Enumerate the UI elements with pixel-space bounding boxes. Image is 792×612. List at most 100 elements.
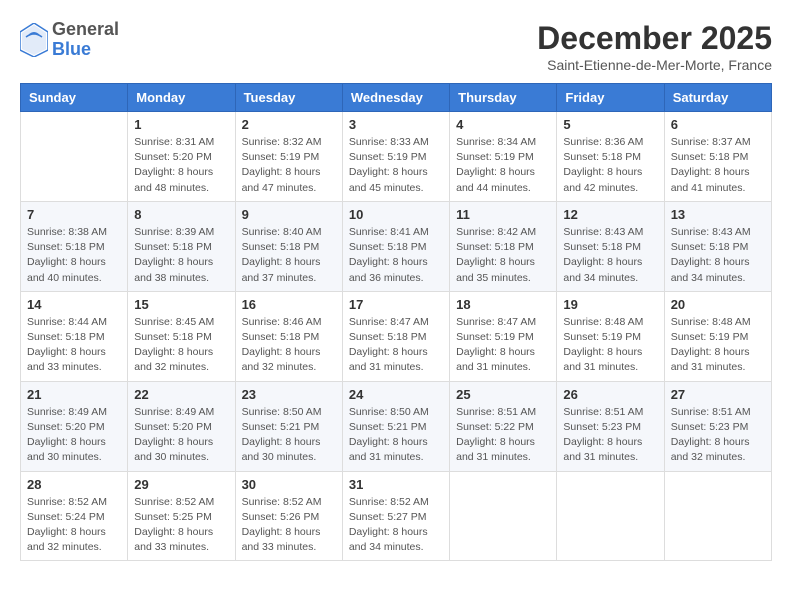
day-number: 15	[134, 297, 228, 312]
calendar-cell: 4Sunrise: 8:34 AM Sunset: 5:19 PM Daylig…	[450, 112, 557, 202]
day-number: 31	[349, 477, 443, 492]
calendar-cell: 9 Sunrise: 8:40 AM Sunset: 5:18 PM Daylig…	[235, 201, 342, 291]
calendar-cell: 11Sunrise: 8:42 AM Sunset: 5:18 PM Dayli…	[450, 201, 557, 291]
day-info: Sunrise: 8:46 AM Sunset: 5:18 PM Dayligh…	[242, 315, 336, 376]
day-number: 18	[456, 297, 550, 312]
calendar-week-3: 14Sunrise: 8:44 AM Sunset: 5:18 PM Dayli…	[21, 291, 772, 381]
day-info: Sunrise: 8:32 AM Sunset: 5:19 PM Dayligh…	[242, 135, 336, 196]
day-number: 7	[27, 207, 121, 222]
day-number: 20	[671, 297, 765, 312]
day-header-friday: Friday	[557, 84, 664, 112]
calendar-cell: 26 Sunrise: 8:51 AM Sunset: 5:23 PM Dayli…	[557, 381, 664, 471]
day-header-wednesday: Wednesday	[342, 84, 449, 112]
calendar-cell: 23 Sunrise: 8:50 AM Sunset: 5:21 PM Dayli…	[235, 381, 342, 471]
calendar-cell: 21 Sunrise: 8:49 AM Sunset: 5:20 PM Dayli…	[21, 381, 128, 471]
calendar-cell: 3 Sunrise: 8:33 AM Sunset: 5:19 PM Daylig…	[342, 112, 449, 202]
day-number: 25	[456, 387, 550, 402]
day-info: Sunrise: 8:48 AM Sunset: 5:19 PM Dayligh…	[671, 315, 765, 376]
day-info: Sunrise: 8:51 AM Sunset: 5:23 PM Dayligh…	[563, 405, 657, 466]
calendar-header: SundayMondayTuesdayWednesdayThursdayFrid…	[21, 84, 772, 112]
day-info: Sunrise: 8:47 AM Sunset: 5:18 PM Dayligh…	[349, 315, 443, 376]
day-info: Sunrise: 8:33 AM Sunset: 5:19 PM Dayligh…	[349, 135, 443, 196]
day-info: Sunrise: 8:39 AM Sunset: 5:18 PM Dayligh…	[134, 225, 228, 286]
day-info: Sunrise: 8:49 AM Sunset: 5:20 PM Dayligh…	[27, 405, 121, 466]
day-info: Sunrise: 8:50 AM Sunset: 5:21 PM Dayligh…	[242, 405, 336, 466]
day-header-tuesday: Tuesday	[235, 84, 342, 112]
calendar-cell: 25 Sunrise: 8:51 AM Sunset: 5:22 PM Dayli…	[450, 381, 557, 471]
day-info: Sunrise: 8:37 AM Sunset: 5:18 PM Dayligh…	[671, 135, 765, 196]
day-info: Sunrise: 8:52 AM Sunset: 5:25 PM Dayligh…	[134, 495, 228, 556]
calendar-cell: 20 Sunrise: 8:48 AM Sunset: 5:19 PM Dayli…	[664, 291, 771, 381]
calendar-cell: 8 Sunrise: 8:39 AM Sunset: 5:18 PM Daylig…	[128, 201, 235, 291]
day-info: Sunrise: 8:47 AM Sunset: 5:19 PM Dayligh…	[456, 315, 550, 376]
header-row: SundayMondayTuesdayWednesdayThursdayFrid…	[21, 84, 772, 112]
day-number: 8	[134, 207, 228, 222]
title-area: December 2025 Saint-Etienne-de-Mer-Morte…	[537, 20, 772, 73]
day-number: 27	[671, 387, 765, 402]
day-info: Sunrise: 8:52 AM Sunset: 5:27 PM Dayligh…	[349, 495, 443, 556]
day-number: 29	[134, 477, 228, 492]
day-number: 23	[242, 387, 336, 402]
location-subtitle: Saint-Etienne-de-Mer-Morte, France	[537, 57, 772, 73]
calendar-cell: 5 Sunrise: 8:36 AM Sunset: 5:18 PM Daylig…	[557, 112, 664, 202]
day-info: Sunrise: 8:36 AM Sunset: 5:18 PM Dayligh…	[563, 135, 657, 196]
calendar-week-2: 7 Sunrise: 8:38 AM Sunset: 5:18 PM Daylig…	[21, 201, 772, 291]
day-number: 5	[563, 117, 657, 132]
calendar-cell: 24Sunrise: 8:50 AM Sunset: 5:21 PM Dayli…	[342, 381, 449, 471]
day-number: 13	[671, 207, 765, 222]
calendar-cell	[664, 471, 771, 561]
day-number: 30	[242, 477, 336, 492]
calendar-cell: 31 Sunrise: 8:52 AM Sunset: 5:27 PM Dayli…	[342, 471, 449, 561]
calendar-cell: 29 Sunrise: 8:52 AM Sunset: 5:25 PM Dayli…	[128, 471, 235, 561]
calendar-cell: 12Sunrise: 8:43 AM Sunset: 5:18 PM Dayli…	[557, 201, 664, 291]
calendar-cell: 6 Sunrise: 8:37 AM Sunset: 5:18 PM Daylig…	[664, 112, 771, 202]
calendar-cell: 1 Sunrise: 8:31 AM Sunset: 5:20 PM Daylig…	[128, 112, 235, 202]
day-number: 9	[242, 207, 336, 222]
calendar-cell	[557, 471, 664, 561]
day-info: Sunrise: 8:40 AM Sunset: 5:18 PM Dayligh…	[242, 225, 336, 286]
day-header-monday: Monday	[128, 84, 235, 112]
logo: General Blue	[20, 20, 119, 60]
calendar-cell: 15 Sunrise: 8:45 AM Sunset: 5:18 PM Dayli…	[128, 291, 235, 381]
calendar-cell: 14Sunrise: 8:44 AM Sunset: 5:18 PM Dayli…	[21, 291, 128, 381]
calendar-cell: 19Sunrise: 8:48 AM Sunset: 5:19 PM Dayli…	[557, 291, 664, 381]
calendar-week-1: 1 Sunrise: 8:31 AM Sunset: 5:20 PM Daylig…	[21, 112, 772, 202]
day-number: 3	[349, 117, 443, 132]
day-number: 26	[563, 387, 657, 402]
calendar-cell	[21, 112, 128, 202]
day-info: Sunrise: 8:51 AM Sunset: 5:23 PM Dayligh…	[671, 405, 765, 466]
logo-icon	[20, 23, 48, 57]
calendar-cell: 27 Sunrise: 8:51 AM Sunset: 5:23 PM Dayli…	[664, 381, 771, 471]
day-info: Sunrise: 8:45 AM Sunset: 5:18 PM Dayligh…	[134, 315, 228, 376]
logo-line1: General	[52, 20, 119, 40]
day-number: 10	[349, 207, 443, 222]
day-info: Sunrise: 8:51 AM Sunset: 5:22 PM Dayligh…	[456, 405, 550, 466]
day-info: Sunrise: 8:43 AM Sunset: 5:18 PM Dayligh…	[563, 225, 657, 286]
logo-line2: Blue	[52, 40, 119, 60]
day-header-saturday: Saturday	[664, 84, 771, 112]
day-number: 16	[242, 297, 336, 312]
day-header-thursday: Thursday	[450, 84, 557, 112]
day-number: 6	[671, 117, 765, 132]
day-number: 19	[563, 297, 657, 312]
calendar-body: 1 Sunrise: 8:31 AM Sunset: 5:20 PM Daylig…	[21, 112, 772, 561]
day-info: Sunrise: 8:52 AM Sunset: 5:26 PM Dayligh…	[242, 495, 336, 556]
day-info: Sunrise: 8:31 AM Sunset: 5:20 PM Dayligh…	[134, 135, 228, 196]
day-info: Sunrise: 8:43 AM Sunset: 5:18 PM Dayligh…	[671, 225, 765, 286]
logo-text: General Blue	[52, 20, 119, 60]
day-number: 21	[27, 387, 121, 402]
calendar-week-5: 28Sunrise: 8:52 AM Sunset: 5:24 PM Dayli…	[21, 471, 772, 561]
day-info: Sunrise: 8:42 AM Sunset: 5:18 PM Dayligh…	[456, 225, 550, 286]
calendar-cell: 2 Sunrise: 8:32 AM Sunset: 5:19 PM Daylig…	[235, 112, 342, 202]
day-number: 2	[242, 117, 336, 132]
day-number: 22	[134, 387, 228, 402]
calendar-cell	[450, 471, 557, 561]
calendar-table: SundayMondayTuesdayWednesdayThursdayFrid…	[20, 83, 772, 561]
calendar-cell: 30 Sunrise: 8:52 AM Sunset: 5:26 PM Dayli…	[235, 471, 342, 561]
day-number: 14	[27, 297, 121, 312]
day-info: Sunrise: 8:50 AM Sunset: 5:21 PM Dayligh…	[349, 405, 443, 466]
day-number: 1	[134, 117, 228, 132]
day-info: Sunrise: 8:38 AM Sunset: 5:18 PM Dayligh…	[27, 225, 121, 286]
calendar-cell: 10Sunrise: 8:41 AM Sunset: 5:18 PM Dayli…	[342, 201, 449, 291]
day-number: 28	[27, 477, 121, 492]
